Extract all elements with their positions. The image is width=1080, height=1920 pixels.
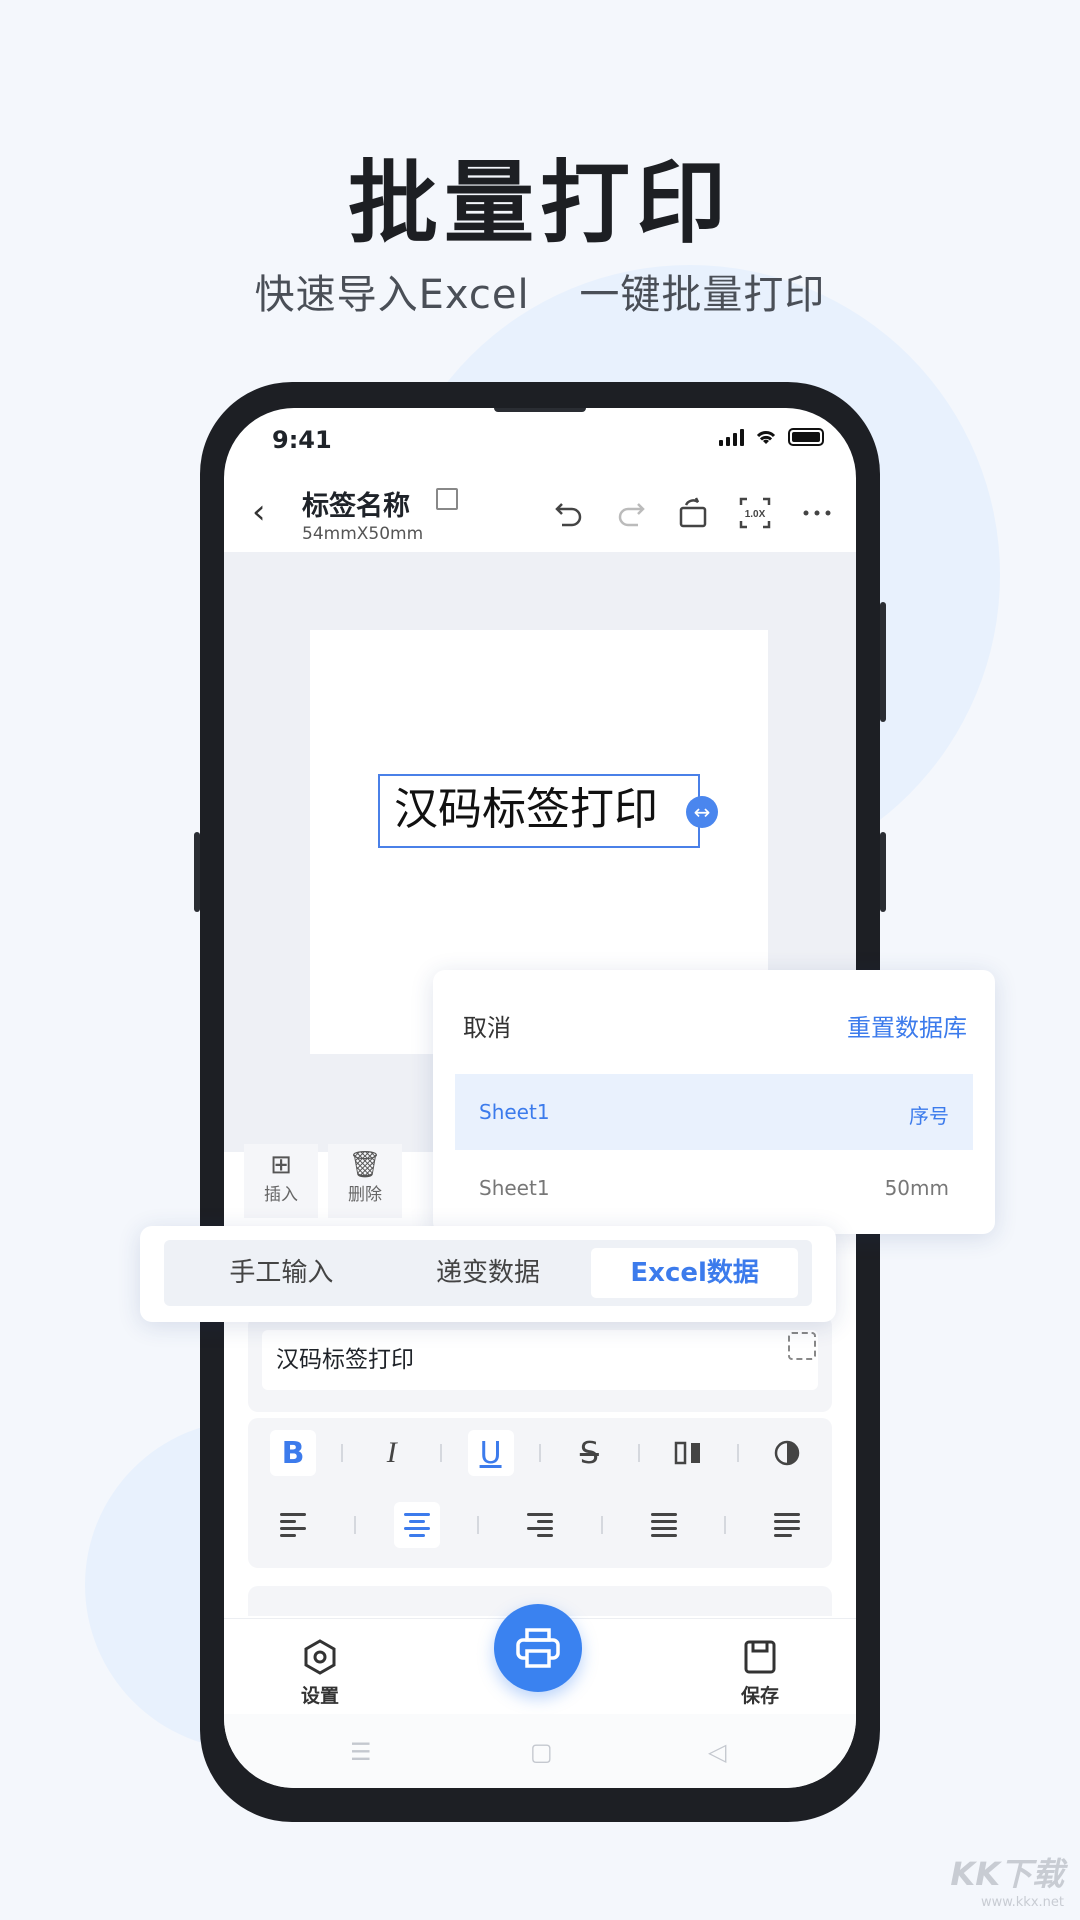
printer-icon xyxy=(516,1628,560,1668)
resize-handle-icon[interactable]: ↔ xyxy=(686,796,718,828)
print-button[interactable] xyxy=(494,1604,582,1692)
wifi-icon xyxy=(756,431,776,444)
mini-toolbar: ⊞ 插入 🗑 删除 xyxy=(244,1144,412,1218)
watermark-url: www.kkx.net xyxy=(980,1895,1064,1910)
label-name[interactable]: 标签名称 xyxy=(302,484,410,523)
notch xyxy=(494,408,586,412)
delete-label: 删除 xyxy=(348,1185,382,1205)
strikethrough-button[interactable]: S xyxy=(566,1430,612,1476)
scan-icon[interactable] xyxy=(788,1332,816,1360)
alignment-row xyxy=(270,1502,810,1548)
label-text-element[interactable]: 汉码标签打印 xyxy=(378,774,700,848)
hero-title: 批量打印 xyxy=(348,151,732,256)
status-icons xyxy=(719,428,824,446)
home-nav-icon[interactable]: ▢ xyxy=(530,1738,553,1766)
system-nav-bar: ☰ ▢ ◁ xyxy=(224,1714,856,1788)
status-time: 9:41 xyxy=(272,426,332,454)
align-center-icon[interactable] xyxy=(393,1502,440,1548)
signal-icon xyxy=(719,428,744,446)
redo-icon[interactable] xyxy=(612,494,650,532)
text-style-row: B I U S xyxy=(270,1430,810,1476)
menu-nav-icon[interactable]: ☰ xyxy=(350,1738,372,1766)
distribute-icon[interactable] xyxy=(764,1502,810,1548)
database-panel: 取消 重置数据库 Sheet1 序号 Sheet1 50mm xyxy=(433,970,995,1234)
label-size: 54mmX50mm xyxy=(302,524,424,544)
save-button[interactable]: 保存 xyxy=(720,1637,800,1708)
zoom-icon[interactable]: 1.0X xyxy=(736,494,774,532)
back-nav-icon[interactable]: ◁ xyxy=(708,1738,726,1766)
sheet-name: Sheet1 xyxy=(479,1176,550,1200)
grid-icon: ⊞ xyxy=(270,1150,292,1180)
battery-icon xyxy=(788,428,824,446)
format-toolbar: B I U S xyxy=(248,1418,832,1568)
tab-incremental-data[interactable]: 递变数据 xyxy=(385,1248,592,1298)
bold-button[interactable]: B xyxy=(270,1430,316,1476)
reset-database-button[interactable]: 重置数据库 xyxy=(847,1008,967,1043)
hero-subtitle-part1: 快速导入Excel xyxy=(254,272,530,318)
edit-icon[interactable] xyxy=(436,488,458,510)
italic-button[interactable]: I xyxy=(369,1430,415,1476)
database-row[interactable]: Sheet1 序号 xyxy=(455,1074,973,1150)
rotate-icon[interactable] xyxy=(674,494,712,532)
hero-subtitle: 快速导入Excel 一键批量打印 xyxy=(0,262,1080,320)
back-icon[interactable]: ‹ xyxy=(252,492,266,532)
svg-text:1.0X: 1.0X xyxy=(745,509,766,520)
insert-button[interactable]: ⊞ 插入 xyxy=(244,1144,318,1218)
field-name: 50mm xyxy=(884,1176,949,1200)
align-left-icon[interactable] xyxy=(270,1502,316,1548)
watermark: KK下载 www.kkx.net xyxy=(950,1849,1064,1910)
header-tools: 1.0X xyxy=(550,494,836,532)
underline-button[interactable]: U xyxy=(467,1430,514,1476)
hero-subtitle-part2: 一键批量打印 xyxy=(579,272,826,318)
justify-icon[interactable] xyxy=(641,1502,687,1548)
settings-label: 设置 xyxy=(300,1685,339,1707)
more-icon[interactable] xyxy=(798,494,836,532)
save-label: 保存 xyxy=(740,1685,779,1707)
settings-icon xyxy=(304,1639,336,1675)
trash-icon: 🗑 xyxy=(348,1150,382,1180)
content-input[interactable]: 汉码标签打印 xyxy=(262,1330,818,1390)
settings-button[interactable]: 设置 xyxy=(280,1637,360,1708)
mirror-icon[interactable] xyxy=(665,1430,711,1476)
cancel-button[interactable]: 取消 xyxy=(463,1008,511,1043)
insert-label: 插入 xyxy=(264,1185,298,1205)
tab-manual-input[interactable]: 手工输入 xyxy=(178,1248,385,1298)
save-icon xyxy=(744,1640,776,1674)
align-right-icon[interactable] xyxy=(517,1502,563,1548)
watermark-brand: KK下载 xyxy=(950,1855,1064,1893)
data-source-tabs: 手工输入 递变数据 Excel数据 xyxy=(140,1226,836,1322)
sheet-name: Sheet1 xyxy=(479,1100,550,1124)
content-card: 汉码标签打印 xyxy=(248,1316,832,1412)
delete-button[interactable]: 🗑 删除 xyxy=(328,1144,402,1218)
tab-excel-data[interactable]: Excel数据 xyxy=(591,1248,799,1298)
database-row[interactable]: Sheet1 50mm xyxy=(455,1150,973,1226)
undo-icon[interactable] xyxy=(550,494,588,532)
invert-icon[interactable] xyxy=(764,1430,810,1476)
field-name: 序号 xyxy=(909,1104,949,1128)
